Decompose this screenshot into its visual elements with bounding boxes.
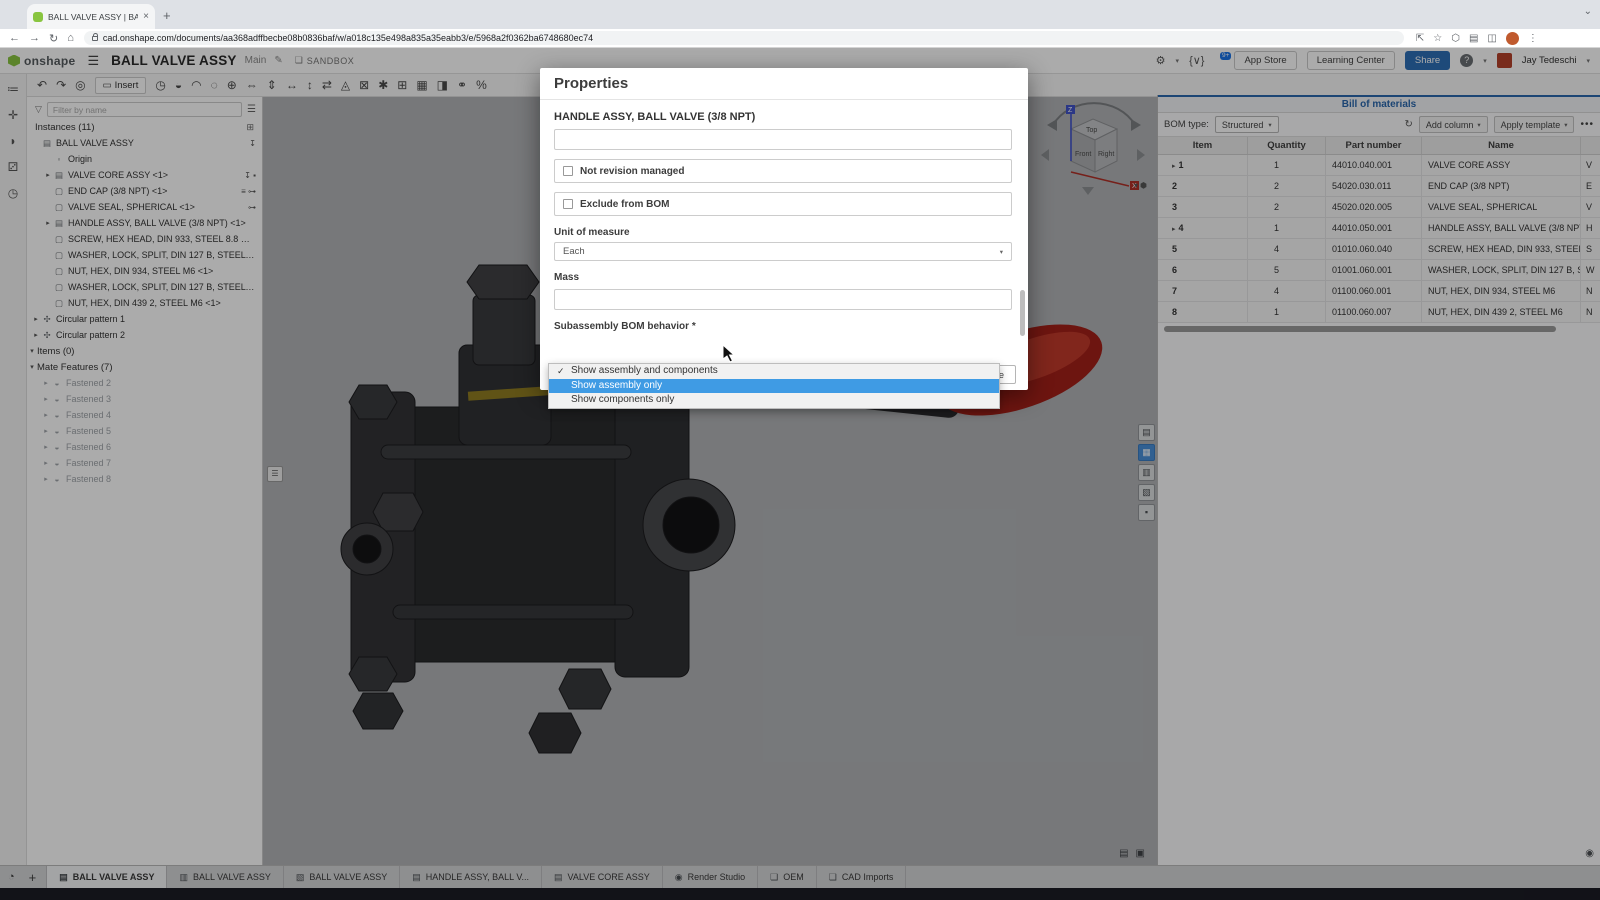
check-spacer: [557, 379, 566, 394]
url-text: cad.onshape.com/documents/aa368adffbecbe…: [103, 33, 593, 43]
part-name-heading: HANDLE ASSY, BALL VALVE (3/8 NPT): [554, 111, 1014, 123]
name-input[interactable]: [554, 129, 1012, 150]
side-panel-icon[interactable]: ◫: [1487, 33, 1496, 44]
checkbox-label: Not revision managed: [580, 166, 684, 177]
subassembly-bom-dropdown: ✓ Show assembly and componentsShow assemb…: [548, 363, 1000, 409]
forward-icon[interactable]: →: [29, 32, 40, 44]
properties-dialog: Properties HANDLE ASSY, BALL VALVE (3/8 …: [540, 68, 1028, 390]
chevron-down-icon: ▾: [1000, 248, 1003, 256]
checkbox-icon[interactable]: [563, 199, 573, 209]
mass-input[interactable]: [554, 289, 1012, 310]
unit-of-measure-select[interactable]: Each ▾: [554, 242, 1012, 261]
dropdown-option[interactable]: Show components only: [549, 393, 999, 408]
exclude-from-bom-row[interactable]: Exclude from BOM: [554, 192, 1012, 216]
lock-icon: [92, 36, 98, 41]
browser-menu-icon[interactable]: ⋮: [1528, 33, 1538, 44]
reload-icon[interactable]: ↻: [49, 32, 58, 45]
browser-profile-avatar[interactable]: [1506, 32, 1519, 45]
dialog-title: Properties: [554, 75, 628, 92]
back-icon[interactable]: ←: [9, 32, 20, 44]
not-revision-managed-row[interactable]: Not revision managed: [554, 159, 1012, 183]
share-page-icon[interactable]: ⇱: [1416, 33, 1424, 44]
reading-list-icon[interactable]: ▤: [1469, 33, 1478, 44]
checkbox-label: Exclude from BOM: [580, 199, 669, 210]
check-spacer: [557, 393, 566, 408]
dialog-scrollbar[interactable]: [1020, 290, 1025, 336]
check-icon: ✓: [557, 364, 566, 379]
browser-url-bar: ← → ↻ ⌂ cad.onshape.com/documents/aa368a…: [0, 29, 1600, 48]
dropdown-option-label: Show assembly only: [571, 379, 662, 394]
dialog-titlebar[interactable]: Properties: [540, 68, 1028, 100]
browser-tab[interactable]: BALL VALVE ASSY | BALL VAL ×: [27, 4, 155, 29]
checkbox-icon[interactable]: [563, 166, 573, 176]
browser-tab-title: BALL VALVE ASSY | BALL VAL: [48, 12, 138, 22]
extensions-icon[interactable]: ⬡: [1451, 33, 1460, 44]
tab-search-icon[interactable]: ⌄: [1584, 6, 1592, 17]
new-tab-button[interactable]: +: [163, 8, 171, 23]
dropdown-option-label: Show assembly and components: [571, 364, 718, 379]
mass-label: Mass: [554, 272, 1014, 283]
mouse-cursor: [722, 344, 736, 364]
favicon: [33, 12, 43, 22]
dropdown-option[interactable]: Show assembly only: [549, 379, 999, 394]
close-tab-icon[interactable]: ×: [143, 11, 149, 22]
dropdown-option[interactable]: ✓ Show assembly and components: [549, 364, 999, 379]
subassembly-bom-behavior-label: Subassembly BOM behavior *: [554, 321, 1014, 332]
home-icon[interactable]: ⌂: [67, 32, 74, 44]
browser-tab-strip: BALL VALVE ASSY | BALL VAL × + ⌄: [0, 0, 1600, 29]
unit-of-measure-label: Unit of measure: [554, 227, 1014, 238]
dropdown-option-label: Show components only: [571, 393, 674, 408]
url-field[interactable]: cad.onshape.com/documents/aa368adffbecbe…: [84, 31, 1404, 45]
bookmark-icon[interactable]: ☆: [1433, 33, 1442, 44]
